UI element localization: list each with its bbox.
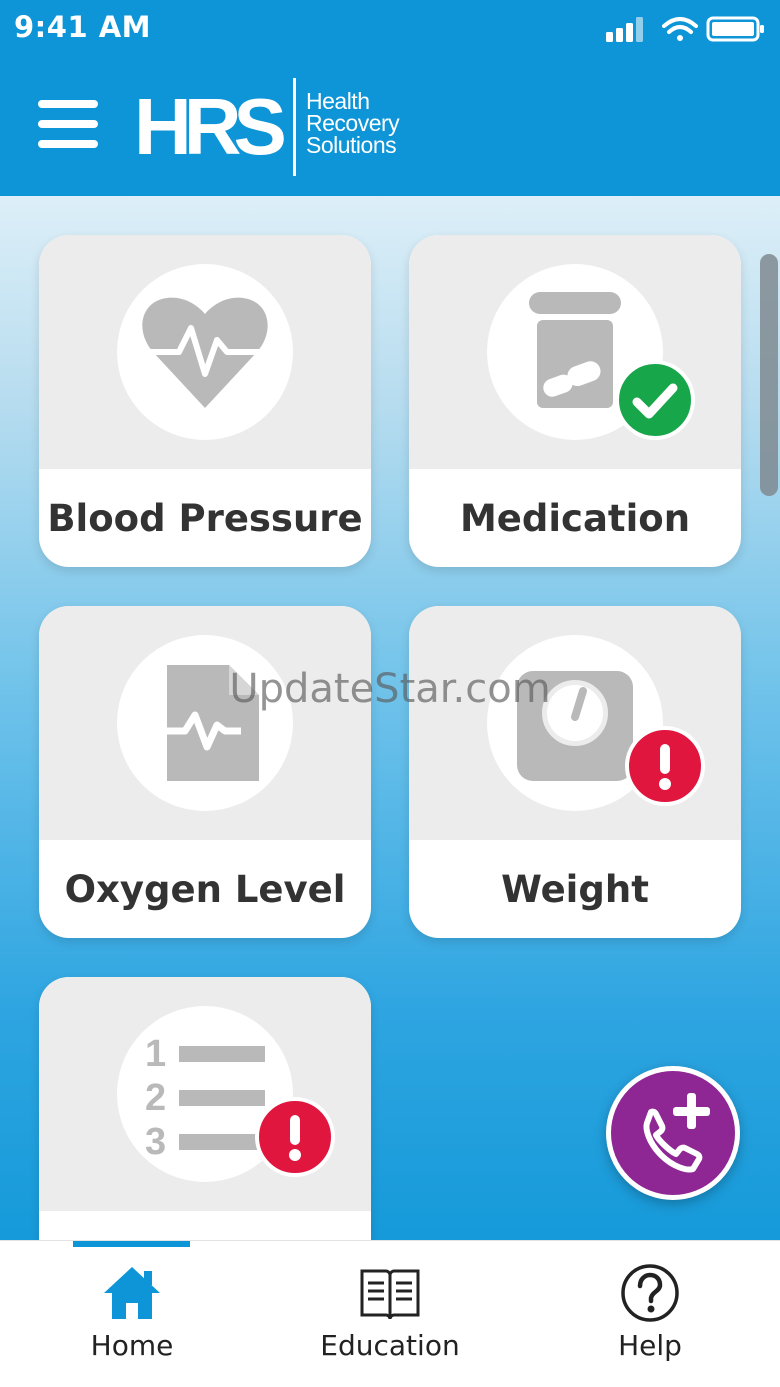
logo-text: Health Recovery Solutions (306, 88, 400, 158)
tile-label (39, 1211, 371, 1240)
add-call-icon (643, 1093, 710, 1173)
add-call-button[interactable] (606, 1066, 740, 1200)
bottom-tab-bar: Home Education Help (0, 1240, 780, 1387)
watermark: UpdateStar.com (229, 666, 551, 712)
complete-check-icon (615, 360, 695, 440)
status-time: 9:41 AM (14, 10, 152, 44)
alert-icon (255, 1097, 335, 1177)
heart-pulse-icon (142, 297, 268, 408)
logo-divider (293, 78, 296, 176)
blood-pressure-tile[interactable]: Blood Pressure (39, 235, 371, 567)
svg-text:2: 2 (145, 1077, 166, 1119)
medication-tile[interactable]: Medication (409, 235, 741, 567)
status-bar: 9:41 AM (0, 0, 780, 58)
weight-tile[interactable]: Weight (409, 606, 741, 938)
home-icon (104, 1267, 160, 1319)
svg-text:3: 3 (145, 1121, 166, 1163)
tile-label: Blood Pressure (47, 496, 363, 540)
tab-education[interactable]: Education (290, 1241, 490, 1387)
wifi-icon (662, 17, 698, 41)
battery-icon (706, 16, 764, 42)
survey-tile[interactable]: 1 2 3 (39, 977, 371, 1240)
tile-label: Oxygen Level (64, 867, 346, 911)
hrs-logo-mark: HRS (134, 92, 286, 162)
tab-help[interactable]: Help (550, 1241, 750, 1387)
tab-home[interactable]: Home (32, 1241, 232, 1387)
status-icons (606, 14, 766, 44)
svg-text:1: 1 (145, 1033, 166, 1075)
tab-label: Education (320, 1329, 460, 1362)
menu-icon (38, 100, 98, 108)
app-header: HRS Health Recovery Solutions (0, 58, 780, 196)
tab-label: Help (618, 1329, 682, 1362)
oxygen-level-tile[interactable]: Oxygen Level (39, 606, 371, 938)
tab-label: Home (90, 1329, 174, 1362)
tile-label: Medication (459, 496, 691, 540)
signal-icon (606, 17, 643, 42)
oxygen-document-icon (151, 665, 259, 781)
svg-text:HRS: HRS (134, 92, 285, 162)
book-icon (360, 1269, 420, 1320)
help-icon (621, 1264, 679, 1322)
menu-button[interactable] (38, 100, 100, 154)
tile-label: Weight (501, 867, 649, 911)
alert-icon (625, 726, 705, 806)
scrollbar[interactable] (760, 254, 778, 496)
tile-grid[interactable]: Blood Pressure Medication Oxygen Level W… (0, 196, 780, 1240)
